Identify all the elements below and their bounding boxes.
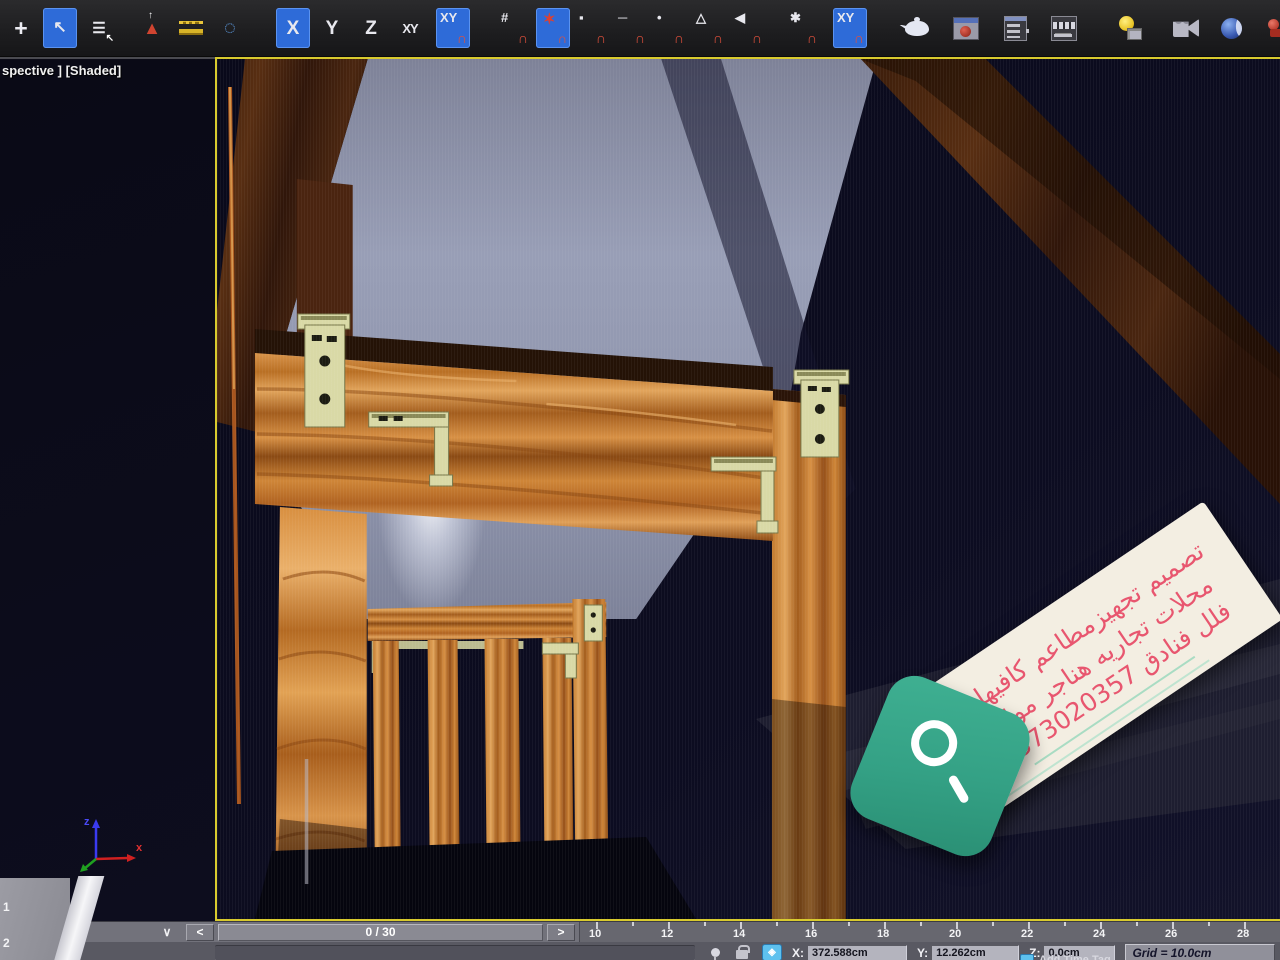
snap-toggle-xy-button[interactable]: XY∩ [436, 8, 470, 48]
isolate-selection-icon[interactable] [711, 948, 720, 957]
absolute-mode-toggle[interactable]: ◈ [762, 944, 782, 960]
light-lister-icon[interactable] [1112, 8, 1146, 48]
ruler-frame-16: 16 [805, 928, 817, 940]
next-frame-button[interactable]: > [547, 924, 575, 941]
render-teapot-icon[interactable] [900, 8, 934, 48]
ruler-frame-14: 14 [733, 928, 745, 940]
y-coord-field[interactable]: 12.262cm [931, 945, 1019, 960]
previous-frame-button[interactable]: < [186, 924, 214, 941]
selection-region-icon[interactable]: ◌ [213, 8, 247, 48]
ruler-frame-20: 20 [949, 928, 961, 940]
main-toolbar: +↖☰↖▲↑◌XYZXYXY∩#∩✶∩▪∩─∩•∩△∩◀∩✱∩XY∩ [0, 0, 1280, 57]
ruler-frame-22: 22 [1021, 928, 1033, 940]
viewport-label[interactable]: spective ] [Shaded] [2, 63, 121, 78]
grid-snap-icon[interactable]: #∩ [497, 8, 531, 48]
face-snap-icon[interactable]: △∩ [692, 8, 726, 48]
axis-xy-constraint-button[interactable]: XY [393, 8, 427, 48]
floor-shadow [255, 837, 696, 919]
y-coord-label: Y: [917, 946, 928, 960]
environment-icon[interactable] [1214, 8, 1248, 48]
x-coord-label: X: [792, 946, 804, 960]
magnifier-icon [904, 713, 964, 773]
pivot-snap-icon[interactable]: ✶∩ [536, 8, 570, 48]
midpoint-snap-icon[interactable]: •∩ [653, 8, 687, 48]
3ds-max-window: +↖☰↖▲↑◌XYZXYXY∩#∩✶∩▪∩─∩•∩△∩◀∩✱∩XY∩ spect… [0, 0, 1280, 960]
vertex-snap-icon[interactable]: ▪∩ [575, 8, 609, 48]
select-by-name-icon[interactable]: ☰↖ [82, 8, 116, 48]
axis-x-constraint-button[interactable]: X [276, 8, 310, 48]
track-bar-ruler[interactable]: 10 12 14 16 18 20 22 24 26 28 [579, 922, 1280, 943]
ruler-frame-12: 12 [661, 928, 673, 940]
add-time-tag[interactable]: Add Time Tag [1020, 954, 1111, 960]
video-camera-icon[interactable] [1169, 8, 1203, 48]
snap-toggle-xy2-button[interactable]: XY∩ [833, 8, 867, 48]
axis-y-constraint-button[interactable]: Y [315, 8, 349, 48]
world-axis-gizmo: z x [78, 809, 148, 873]
ruler-frame-26: 26 [1165, 928, 1177, 940]
timeline-bar: ∨ < 0 / 30 > 10 12 14 16 18 20 22 24 26 28 [0, 921, 1280, 942]
hierarchy-icon[interactable]: ▲↑ [135, 8, 169, 48]
axis-z-constraint-button[interactable]: Z [354, 8, 388, 48]
selection-lock-icon[interactable] [736, 950, 748, 959]
prompt-line [215, 945, 695, 960]
time-slider[interactable]: 0 / 30 [218, 924, 543, 941]
gizmo-z-label: z [84, 816, 90, 828]
chevron-down-icon[interactable]: ∨ [152, 924, 182, 941]
film-camera-icon[interactable] [1263, 8, 1280, 48]
pivot-point-snap-icon[interactable]: ✱∩ [786, 8, 820, 48]
ruler-frame-28: 28 [1237, 928, 1249, 940]
ruler-frame-24: 24 [1093, 928, 1105, 940]
x-coord-field[interactable]: 372.588cm [807, 945, 907, 960]
face-snap-filled-icon[interactable]: ◀∩ [731, 8, 765, 48]
left-panel-item-2: 2 [3, 936, 10, 950]
move-tool-icon[interactable]: + [4, 8, 38, 48]
ruler-frame-18: 18 [877, 928, 889, 940]
render-frame-icon[interactable] [1047, 8, 1081, 48]
time-tag-icon [1020, 954, 1034, 960]
perspective-viewport[interactable] [215, 57, 1280, 921]
left-panel-item-1: 1 [3, 900, 10, 914]
select-object-icon[interactable]: ↖ [43, 8, 77, 48]
3d-scene [217, 59, 1280, 919]
ruler-frame-10: 10 [589, 928, 601, 940]
measure-icon[interactable] [174, 8, 208, 48]
edge-snap-icon[interactable]: ─∩ [614, 8, 648, 48]
grid-size-readout: Grid = 10.0cm [1125, 944, 1275, 960]
gizmo-x-label: x [136, 842, 143, 854]
material-editor-icon[interactable] [998, 8, 1032, 48]
left-viewport[interactable]: spective ] [Shaded] z x [0, 57, 215, 921]
render-setup-icon[interactable] [949, 8, 983, 48]
